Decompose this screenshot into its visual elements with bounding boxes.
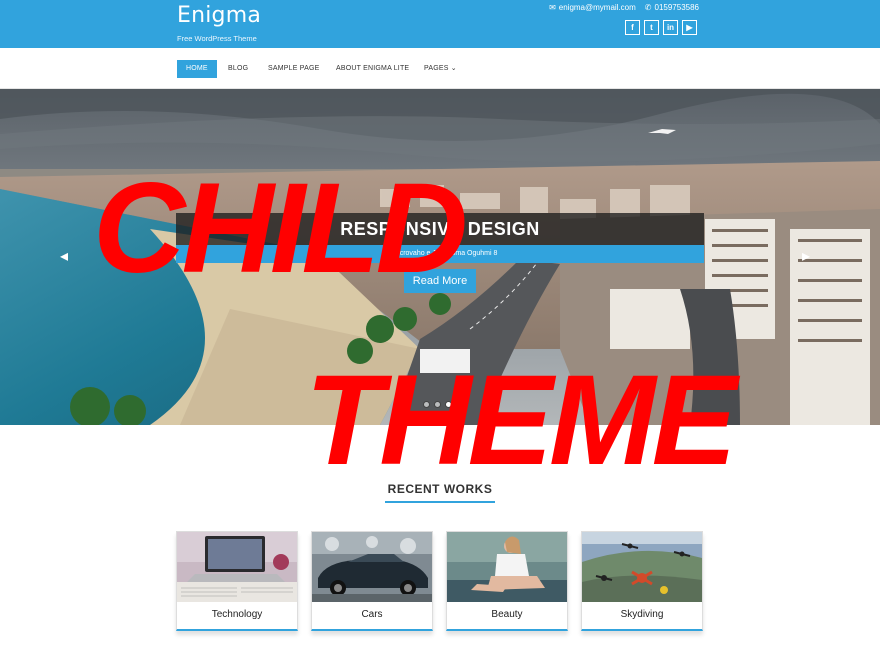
recent-works-title: RECENT WORKS: [387, 482, 493, 496]
contact-info: ✉ enigma@mymail.com ✆ 0159753586: [549, 3, 699, 12]
title-underline: [385, 501, 495, 503]
portfolio-card-technology[interactable]: Technology: [176, 531, 298, 631]
nav-item-about[interactable]: ABOUT ENIGMA LITE: [336, 60, 409, 78]
social-links: f t in ▶: [625, 20, 697, 35]
technology-thumbnail: [177, 532, 297, 602]
chevron-down-icon: ⌄: [450, 65, 457, 72]
next-slide-icon[interactable]: ▸: [802, 246, 810, 266]
card-label: Technology: [211, 609, 263, 620]
nav-item-sample-page[interactable]: SAMPLE PAGE: [268, 60, 319, 78]
contact-phone: ✆ 0159753586: [645, 3, 699, 12]
nav-item-blog[interactable]: BLOG: [228, 60, 248, 78]
cars-thumbnail: [312, 532, 432, 602]
card-label: Skydiving: [620, 609, 664, 620]
portfolio-card-cars[interactable]: Cars: [311, 531, 433, 631]
facebook-icon[interactable]: f: [625, 20, 640, 35]
contact-email[interactable]: ✉ enigma@mymail.com: [549, 3, 636, 12]
envelope-icon: ✉: [549, 3, 556, 12]
linkedin-icon[interactable]: in: [663, 20, 678, 35]
watermark-theme: THEME: [305, 349, 737, 492]
main-nav: HOME BLOG SAMPLE PAGE ABOUT ENIGMA LITE …: [0, 48, 880, 89]
email-text: enigma@mymail.com: [558, 3, 636, 12]
site-title[interactable]: Enigma: [177, 3, 261, 28]
card-label: Cars: [361, 609, 383, 620]
site-tagline: Free WordPress Theme: [177, 34, 257, 43]
nav-item-home[interactable]: HOME: [177, 60, 217, 78]
twitter-icon[interactable]: t: [644, 20, 659, 35]
nav-item-pages[interactable]: PAGES ⌄: [424, 60, 457, 78]
nav-pages-label: PAGES: [424, 65, 449, 72]
portfolio-card-skydiving[interactable]: Skydiving: [581, 531, 703, 631]
top-header: Enigma Free WordPress Theme ✉ enigma@myma…: [0, 0, 880, 48]
skydiving-thumbnail: [582, 532, 702, 602]
phone-icon: ✆: [644, 3, 652, 12]
card-label: Beauty: [491, 609, 523, 620]
phone-text: 0159753586: [654, 3, 700, 12]
youtube-icon[interactable]: ▶: [682, 20, 697, 35]
portfolio-card-beauty[interactable]: Beauty: [446, 531, 568, 631]
beauty-thumbnail: [447, 532, 567, 602]
prev-slide-icon[interactable]: ◂: [60, 246, 68, 266]
watermark-child: CHILD: [93, 157, 468, 300]
